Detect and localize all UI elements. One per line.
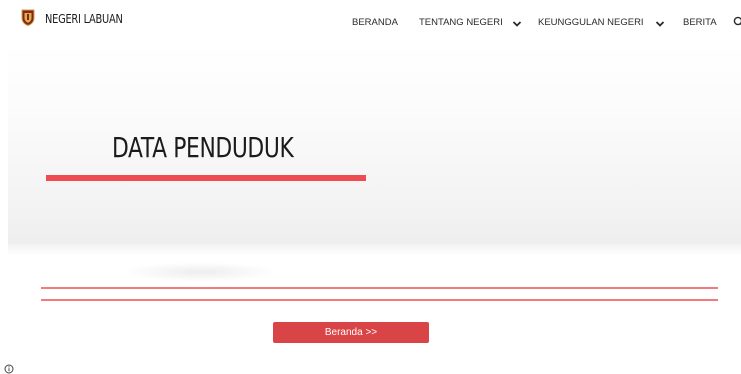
site-brand[interactable]: NEGERI LABUAN (45, 12, 123, 26)
search-icon[interactable] (733, 16, 741, 28)
page-title: DATA PENDUDUK (112, 131, 294, 164)
nav-item-berita[interactable]: BERITA (683, 17, 717, 29)
top-navbar: NEGERI LABUAN BERANDA TENTANG NEGERI KEU… (0, 0, 741, 44)
divider-line (41, 287, 718, 289)
nav-item-keunggulan-negeri[interactable]: KEUNGGULAN NEGERI (538, 17, 644, 29)
page: NEGERI LABUAN BERANDA TENTANG NEGERI KEU… (0, 0, 741, 374)
title-underline (46, 175, 366, 181)
nav-item-beranda[interactable]: BERANDA (352, 17, 398, 29)
decorative-shadow (120, 262, 280, 282)
divider-line (41, 299, 718, 301)
beranda-button[interactable]: Beranda >> (273, 322, 429, 343)
chevron-down-icon[interactable] (655, 20, 665, 28)
info-icon[interactable] (4, 364, 14, 374)
logo-emblem-icon[interactable] (21, 9, 35, 26)
chevron-down-icon[interactable] (512, 20, 522, 28)
nav-item-tentang-negeri[interactable]: TENTANG NEGERI (419, 17, 503, 29)
